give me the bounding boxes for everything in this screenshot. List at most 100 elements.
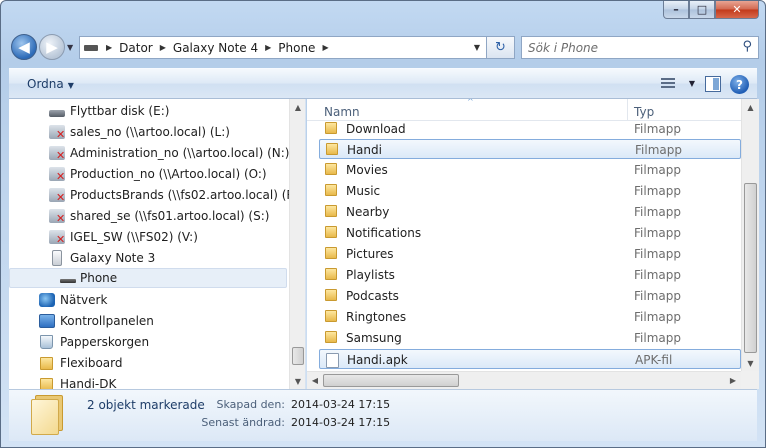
file-row-podcasts[interactable]: Podcasts Filmapp: [319, 286, 741, 306]
nav-item-label: ProductsBrands (\\fs02.artoo.local) (R:): [70, 188, 304, 202]
file-row-movies[interactable]: Movies Filmapp: [319, 160, 741, 180]
folder-icon: [325, 268, 337, 280]
command-bar: Ordna ▼ ▼ ?: [9, 68, 757, 99]
file-type: Filmapp: [634, 289, 681, 303]
change-view-icon[interactable]: [661, 76, 681, 92]
file-row-playlists[interactable]: Playlists Filmapp: [319, 265, 741, 285]
nav-item-flyttbar-disk[interactable]: Flyttbar disk (E:): [9, 101, 289, 121]
recent-pages-dropdown[interactable]: ▼: [67, 43, 73, 52]
nav-item-sales-no[interactable]: sales_no (\\artoo.local) (L:): [9, 122, 289, 142]
details-pane: 2 objekt markerade Skapad den: 2014-03-2…: [9, 389, 757, 441]
scroll-left-icon[interactable]: ◀: [307, 372, 323, 389]
breadcrumb-dator[interactable]: Dator: [116, 41, 156, 55]
file-type: Filmapp: [634, 163, 681, 177]
folder-icon: [325, 331, 337, 343]
nav-item-label: Papperskorgen: [60, 335, 150, 349]
nav-item-productsbrands[interactable]: ProductsBrands (\\fs02.artoo.local) (R:): [9, 185, 303, 205]
nav-item-phone[interactable]: Phone: [9, 268, 287, 288]
file-row-ringtones[interactable]: Ringtones Filmapp: [319, 307, 741, 327]
file-list-vertical-scrollbar[interactable]: ▲ ▼: [741, 99, 759, 371]
file-row-samsung[interactable]: Samsung Filmapp: [319, 328, 741, 348]
file-row-handi-apk[interactable]: Handi.apk APK-fil: [319, 349, 741, 369]
nav-item-igel-sw[interactable]: IGEL_SW (\\FS02) (V:): [9, 227, 289, 247]
column-divider[interactable]: [627, 99, 628, 121]
view-options-dropdown[interactable]: ▼: [689, 79, 695, 88]
nav-item-label: Flexiboard: [60, 356, 123, 370]
forward-arrow-icon: ▶: [46, 38, 58, 56]
scroll-right-icon[interactable]: ▶: [725, 372, 741, 389]
scroll-thumb[interactable]: [744, 183, 757, 353]
nav-item-label: Administration_no (\\artoo.local) (N:): [70, 146, 290, 160]
folder-icon: [325, 247, 337, 259]
nav-item-flexiboard[interactable]: Flexiboard: [9, 353, 289, 373]
forward-button[interactable]: ▶: [39, 34, 65, 60]
navigation-pane: Flyttbar disk (E:) sales_no (\\artoo.loc…: [9, 99, 306, 389]
nav-item-galaxy-note[interactable]: Galaxy Note 3: [9, 248, 289, 268]
crumb-separator-icon[interactable]: ▶: [156, 43, 170, 52]
crumb-separator-icon[interactable]: ▶: [261, 43, 275, 52]
phone-storage-icon: [60, 279, 76, 283]
file-name: Music: [346, 184, 381, 198]
folder-icon: [40, 356, 53, 370]
refresh-icon: ↻: [495, 40, 506, 55]
file-row-notifications[interactable]: Notifications Filmapp: [319, 223, 741, 243]
search-input[interactable]: Sök i Phone ⚲: [521, 36, 759, 59]
minimize-button[interactable]: –: [663, 1, 689, 19]
nav-item-production-no[interactable]: Production_no (\\Artoo.local) (O:): [9, 164, 289, 184]
refresh-button[interactable]: ↻: [487, 36, 515, 59]
column-header-type[interactable]: Typ: [634, 105, 654, 119]
file-row-music[interactable]: Music Filmapp: [319, 181, 741, 201]
disconnected-network-drive-icon: [49, 146, 65, 162]
scroll-thumb[interactable]: [292, 347, 304, 365]
file-icon: [326, 353, 339, 368]
nav-item-handi-dk[interactable]: Handi-DK: [9, 374, 289, 389]
crumb-separator-icon[interactable]: ▶: [102, 43, 116, 52]
nav-pane-scrollbar[interactable]: ▲ ▼: [289, 99, 305, 389]
scrollbar-corner: [741, 371, 759, 389]
scroll-down-icon[interactable]: ▼: [742, 355, 759, 371]
nav-item-label: Kontrollpanelen: [60, 314, 154, 328]
file-name: Playlists: [346, 268, 395, 282]
close-button[interactable]: ✕: [715, 1, 759, 19]
maximize-button[interactable]: □: [689, 1, 715, 19]
nav-item-natverk[interactable]: Nätverk: [9, 290, 289, 310]
chevron-down-icon: ▼: [67, 81, 74, 90]
control-panel-icon: [39, 314, 55, 328]
caption-buttons: – □ ✕: [663, 1, 759, 21]
scroll-up-icon[interactable]: ▲: [742, 99, 759, 115]
file-row-handi[interactable]: Handi Filmapp: [319, 139, 741, 159]
preview-pane-icon[interactable]: [705, 76, 721, 92]
nav-item-kontrollpanelen[interactable]: Kontrollpanelen: [9, 311, 289, 331]
file-row-nearby[interactable]: Nearby Filmapp: [319, 202, 741, 222]
file-type: Filmapp: [634, 205, 681, 219]
column-header-name[interactable]: Namn: [324, 105, 360, 119]
crumb-separator-icon[interactable]: ▶: [318, 43, 332, 52]
disconnected-network-drive-icon: [49, 209, 65, 225]
file-type: APK-fil: [635, 353, 673, 367]
disconnected-network-drive-icon: [49, 188, 65, 204]
file-list-horizontal-scrollbar[interactable]: ◀ ▶: [307, 371, 741, 389]
nav-item-papperskorgen[interactable]: Papperskorgen: [9, 332, 289, 352]
nav-item-administration-no[interactable]: Administration_no (\\artoo.local) (N:): [9, 143, 289, 163]
sort-ascending-icon: ^: [467, 99, 474, 106]
disconnected-network-drive-icon: [49, 125, 65, 141]
nav-item-shared-se[interactable]: shared_se (\\fs01.artoo.local) (S:): [9, 206, 289, 226]
file-row-pictures[interactable]: Pictures Filmapp: [319, 244, 741, 264]
scroll-down-icon[interactable]: ▼: [290, 373, 305, 389]
breadcrumb-phone[interactable]: Phone: [275, 41, 318, 55]
file-name: Podcasts: [346, 289, 399, 303]
address-dropdown-icon[interactable]: ▼: [474, 43, 480, 52]
folder-icon: [325, 184, 337, 196]
nav-item-label: Flyttbar disk (E:): [70, 104, 170, 118]
back-button[interactable]: ◀: [11, 34, 37, 60]
breadcrumb-galaxy-note[interactable]: Galaxy Note 4: [170, 41, 261, 55]
organize-menu-button[interactable]: Ordna ▼: [27, 77, 74, 91]
scroll-thumb[interactable]: [323, 374, 459, 387]
file-type: Filmapp: [634, 310, 681, 324]
file-row-download[interactable]: Download Filmapp: [319, 119, 741, 139]
help-button[interactable]: ?: [730, 75, 749, 94]
address-bar[interactable]: ▶ Dator ▶ Galaxy Note 4 ▶ Phone ▶ ▼: [79, 36, 487, 59]
search-icon[interactable]: ⚲: [742, 39, 752, 54]
nav-item-label: shared_se (\\fs01.artoo.local) (S:): [70, 209, 270, 223]
scroll-up-icon[interactable]: ▲: [290, 99, 305, 115]
